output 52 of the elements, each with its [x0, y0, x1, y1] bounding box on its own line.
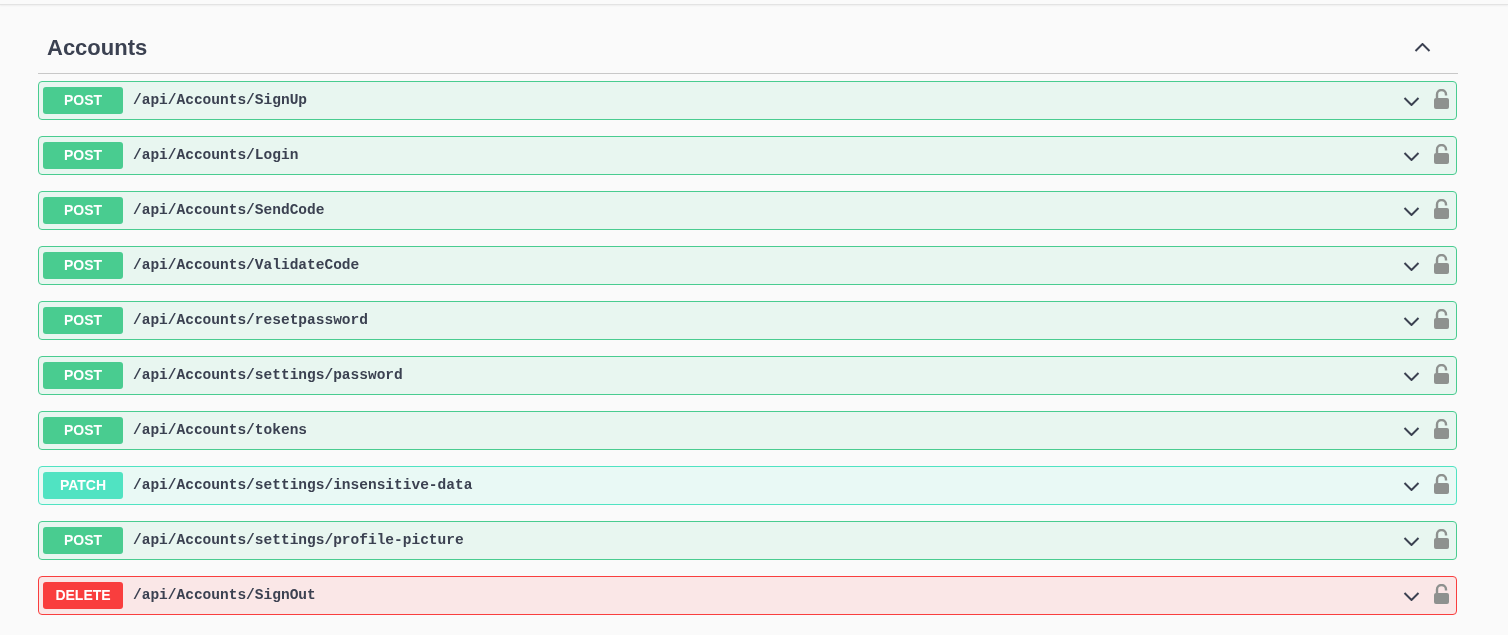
endpoint-row[interactable]: PATCH /api/Accounts/settings/insensitive-data	[38, 466, 1457, 505]
unlocked-padlock-icon[interactable]	[1434, 363, 1449, 384]
unlocked-padlock-icon[interactable]	[1434, 528, 1449, 549]
unlocked-padlock-icon[interactable]	[1434, 253, 1449, 274]
endpoint-row[interactable]: POST /api/Accounts/ValidateCode	[38, 246, 1457, 285]
expand-caret-icon[interactable]	[1403, 205, 1420, 216]
unlocked-padlock-icon[interactable]	[1434, 88, 1449, 109]
endpoint-row[interactable]: DELETE /api/Accounts/SignOut	[38, 576, 1457, 615]
endpoint-row[interactable]: POST /api/Accounts/tokens	[38, 411, 1457, 450]
endpoint-path: /api/Accounts/settings/profile-picture	[133, 530, 464, 550]
endpoint-path: /api/Accounts/settings/insensitive-data	[133, 475, 473, 495]
endpoint-row[interactable]: POST /api/Accounts/settings/profile-picture	[38, 521, 1457, 560]
endpoint-row[interactable]: POST /api/Accounts/resetpassword	[38, 301, 1457, 340]
method-badge: POST	[43, 252, 123, 279]
collapse-caret-icon[interactable]	[1414, 43, 1431, 53]
section-title[interactable]: Accounts	[47, 34, 148, 62]
endpoint-path: /api/Accounts/SendCode	[133, 200, 325, 220]
expand-caret-icon[interactable]	[1403, 425, 1420, 436]
unlocked-padlock-icon[interactable]	[1434, 308, 1449, 329]
method-badge: POST	[43, 307, 123, 334]
expand-caret-icon[interactable]	[1403, 150, 1420, 161]
method-badge: POST	[43, 197, 123, 224]
expand-caret-icon[interactable]	[1403, 535, 1420, 546]
endpoint-path: /api/Accounts/SignOut	[133, 585, 316, 605]
unlocked-padlock-icon[interactable]	[1434, 473, 1449, 494]
expand-caret-icon[interactable]	[1403, 590, 1420, 601]
unlocked-padlock-icon[interactable]	[1434, 143, 1449, 164]
endpoint-path: /api/Accounts/SignUp	[133, 90, 308, 110]
unlocked-padlock-icon[interactable]	[1434, 418, 1449, 439]
endpoint-path: /api/Accounts/resetpassword	[133, 310, 368, 330]
method-badge: DELETE	[43, 582, 123, 609]
method-badge: POST	[43, 417, 123, 444]
unlocked-padlock-icon[interactable]	[1434, 198, 1449, 219]
expand-caret-icon[interactable]	[1403, 95, 1420, 106]
method-badge: PATCH	[43, 472, 123, 499]
endpoint-row[interactable]: POST /api/Accounts/SendCode	[38, 191, 1457, 230]
method-badge: POST	[43, 362, 123, 389]
method-badge: POST	[43, 87, 123, 114]
endpoint-row[interactable]: POST /api/Accounts/SignUp	[38, 81, 1457, 120]
expand-caret-icon[interactable]	[1403, 260, 1420, 271]
endpoint-path: /api/Accounts/settings/password	[133, 365, 403, 385]
method-badge: POST	[43, 142, 123, 169]
unlocked-padlock-icon[interactable]	[1434, 583, 1449, 604]
endpoint-path: /api/Accounts/Login	[133, 145, 299, 165]
endpoint-path: /api/Accounts/tokens	[133, 420, 308, 440]
expand-caret-icon[interactable]	[1403, 370, 1420, 381]
expand-caret-icon[interactable]	[1403, 480, 1420, 491]
expand-caret-icon[interactable]	[1403, 315, 1420, 326]
method-badge: POST	[43, 527, 123, 554]
endpoint-row[interactable]: POST /api/Accounts/Login	[38, 136, 1457, 175]
endpoint-path: /api/Accounts/ValidateCode	[133, 255, 360, 275]
endpoint-row[interactable]: POST /api/Accounts/settings/password	[38, 356, 1457, 395]
